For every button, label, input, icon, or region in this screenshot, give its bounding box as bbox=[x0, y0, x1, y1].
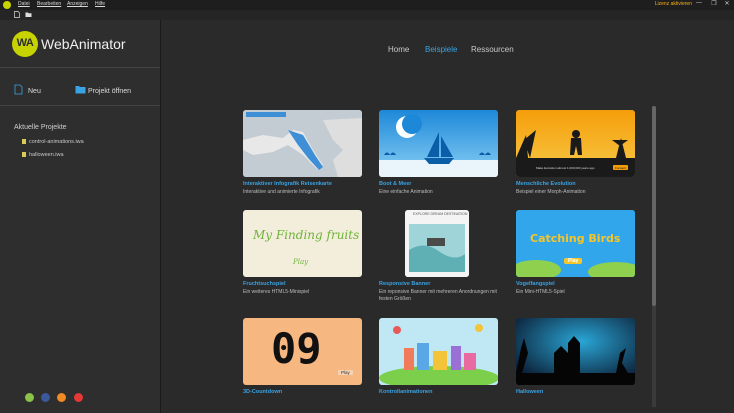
card-description: Ein reponsive Banner mit mehreren Anordn… bbox=[379, 289, 497, 302]
card-thumbnail-control[interactable] bbox=[379, 318, 498, 385]
open-label: Projekt öffnen bbox=[88, 88, 132, 95]
evolution-caption: Make Evolution almost 1,000,000 years ag… bbox=[536, 166, 595, 170]
open-folder-icon bbox=[75, 86, 86, 94]
facebook-icon[interactable] bbox=[41, 393, 50, 402]
play-button[interactable]: Play bbox=[564, 258, 583, 264]
card-description: Beispiel einer Morph-Animation bbox=[516, 189, 586, 195]
sidebar bbox=[0, 20, 161, 413]
card-thumbnail-banner[interactable]: EXPLORE DREAM DESTINATION bbox=[405, 210, 469, 277]
app-icon bbox=[3, 1, 11, 9]
share-icon[interactable] bbox=[57, 393, 66, 402]
card-thumbnail-countdown[interactable]: 09 Play bbox=[243, 318, 362, 385]
scrollbar-thumb[interactable] bbox=[652, 106, 656, 306]
toolbar bbox=[0, 10, 734, 20]
fruits-title-art: My Finding fruits bbox=[253, 228, 360, 242]
maximize-button[interactable]: ❐ bbox=[708, 0, 720, 7]
card-thumbnail-map[interactable] bbox=[243, 110, 362, 177]
divider bbox=[0, 105, 160, 106]
card-thumbnail-fruits[interactable]: My Finding fruits Play bbox=[243, 210, 362, 277]
close-button[interactable]: ✕ bbox=[721, 0, 733, 7]
menu-hilfe[interactable]: Hilfe bbox=[95, 1, 105, 7]
nav-beispiele[interactable]: Beispiele bbox=[425, 45, 457, 54]
recent-file-item[interactable]: halloween.iwa bbox=[29, 152, 64, 158]
youtube-icon[interactable] bbox=[74, 393, 83, 402]
open-folder-icon[interactable] bbox=[25, 11, 32, 18]
divider bbox=[0, 67, 160, 68]
webanimator-logo: WA bbox=[12, 31, 38, 57]
card-title[interactable]: Menschliche Evolution bbox=[516, 181, 576, 187]
card-title[interactable]: 3D-Countdown bbox=[243, 389, 282, 395]
file-icon bbox=[22, 139, 26, 144]
card-thumbnail-birds[interactable]: Catching Birds Play bbox=[516, 210, 635, 277]
card-description: Ein weiteres HTML5-Minispiel bbox=[243, 289, 310, 295]
menu-bearbeiten[interactable]: Bearbeiten bbox=[37, 1, 61, 7]
menu-anzeigen[interactable]: Anzeigen bbox=[67, 1, 88, 7]
recent-file-item[interactable]: control-animations.iwa bbox=[29, 139, 84, 145]
webanimator-icon[interactable] bbox=[25, 393, 34, 402]
play-button[interactable]: Play bbox=[338, 370, 353, 375]
countdown-digits: 09 bbox=[271, 324, 322, 373]
card-title[interactable]: Boot & Meer bbox=[379, 181, 411, 187]
license-link[interactable]: Lizenz aktivieren bbox=[655, 1, 692, 7]
new-file-icon[interactable] bbox=[14, 11, 20, 18]
card-title[interactable]: Fruchtsuchspiel bbox=[243, 281, 285, 287]
birds-title-art: Catching Birds bbox=[530, 232, 621, 245]
recent-projects-title: Aktuelle Projekte bbox=[14, 124, 67, 131]
card-title[interactable]: Vogelfangspiel bbox=[516, 281, 555, 287]
card-description: Interaktive und animierte Infografik bbox=[243, 189, 320, 195]
new-file-icon bbox=[14, 84, 23, 95]
file-icon bbox=[22, 152, 26, 157]
card-title[interactable]: Interaktiver Infografik Reisenkarte bbox=[243, 181, 332, 187]
card-description: Eine einfache Animation bbox=[379, 189, 433, 195]
card-title[interactable]: Halloween bbox=[516, 389, 543, 395]
brand-name: WebAnimator bbox=[41, 36, 126, 52]
logo-text: WA bbox=[16, 37, 34, 49]
card-thumbnail-evolution[interactable]: Make Evolution almost 1,000,000 years ag… bbox=[516, 110, 635, 177]
play-button[interactable]: Play bbox=[293, 258, 308, 266]
card-title[interactable]: Responsive Banner bbox=[379, 281, 430, 287]
card-thumbnail-halloween[interactable] bbox=[516, 318, 635, 385]
new-label: Neu bbox=[28, 88, 41, 95]
nav-ressourcen[interactable]: Ressourcen bbox=[471, 45, 514, 54]
menu-datei[interactable]: Datei bbox=[18, 1, 30, 7]
card-title[interactable]: Kontrollanimationen bbox=[379, 389, 432, 395]
nav-home[interactable]: Home bbox=[388, 45, 409, 54]
forward-button[interactable]: Forward bbox=[615, 166, 626, 170]
card-thumbnail-boat[interactable] bbox=[379, 110, 498, 177]
minimize-button[interactable]: — bbox=[693, 0, 705, 6]
banner-caption: EXPLORE DREAM DESTINATION bbox=[413, 212, 468, 216]
menu-bar: Datei Bearbeiten Anzeigen Hilfe Lizenz a… bbox=[0, 0, 734, 10]
card-description: Ein Mini-HTML5-Spiel bbox=[516, 289, 565, 295]
